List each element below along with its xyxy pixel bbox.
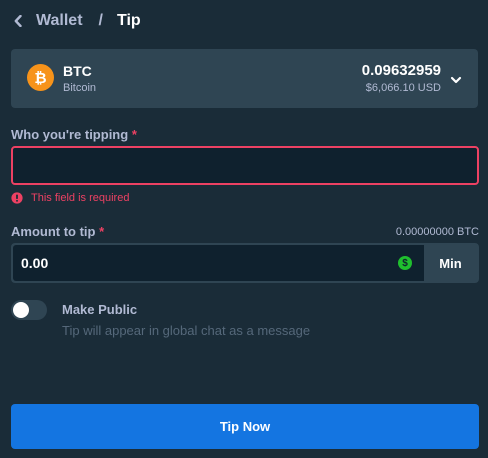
recipient-error-text: This field is required [31, 192, 130, 204]
currency-balance: 0.09632959 [361, 62, 441, 79]
dollar-icon: $ [398, 256, 412, 270]
breadcrumb: Wallet / Tip [14, 10, 141, 32]
chevron-left-icon[interactable] [14, 14, 26, 28]
make-public-label: Make Public [62, 302, 138, 317]
recipient-label-text: Who you're tipping [11, 127, 129, 142]
breadcrumb-current: Tip [116, 12, 141, 29]
amount-converted: 0.00000000 BTC [395, 226, 479, 238]
required-mark: * [131, 127, 137, 142]
recipient-input[interactable] [11, 146, 479, 185]
tip-page: Wallet / Tip ₿ BTC Bitcoin 0.09632959 $6… [0, 0, 488, 458]
min-button[interactable]: Min [424, 245, 477, 281]
currency-fiat-value: $6,066.10 USD [365, 82, 441, 94]
amount-input[interactable] [13, 245, 424, 281]
svg-text:₿: ₿ [34, 69, 46, 86]
make-public-toggle[interactable] [11, 300, 47, 320]
amount-field: $ Min [11, 243, 479, 283]
tip-now-button[interactable]: Tip Now [11, 404, 479, 449]
toggle-knob [13, 302, 29, 318]
currency-name: Bitcoin [63, 82, 97, 94]
amount-label-text: Amount to tip [11, 224, 96, 239]
recipient-label: Who you're tipping * [11, 127, 137, 142]
alert-icon [11, 192, 23, 204]
currency-selector[interactable]: ₿ BTC Bitcoin 0.09632959 $6,066.10 USD [11, 49, 478, 108]
make-public-description: Tip will appear in global chat as a mess… [62, 323, 311, 338]
currency-code: BTC [63, 63, 92, 79]
breadcrumb-wallet[interactable]: Wallet [36, 12, 83, 30]
breadcrumb-separator: / [98, 12, 103, 29]
required-mark: * [99, 224, 105, 239]
chevron-down-icon [450, 72, 462, 84]
amount-label: Amount to tip * [11, 224, 104, 239]
recipient-error: This field is required [11, 192, 129, 204]
bitcoin-icon: ₿ [27, 64, 54, 91]
